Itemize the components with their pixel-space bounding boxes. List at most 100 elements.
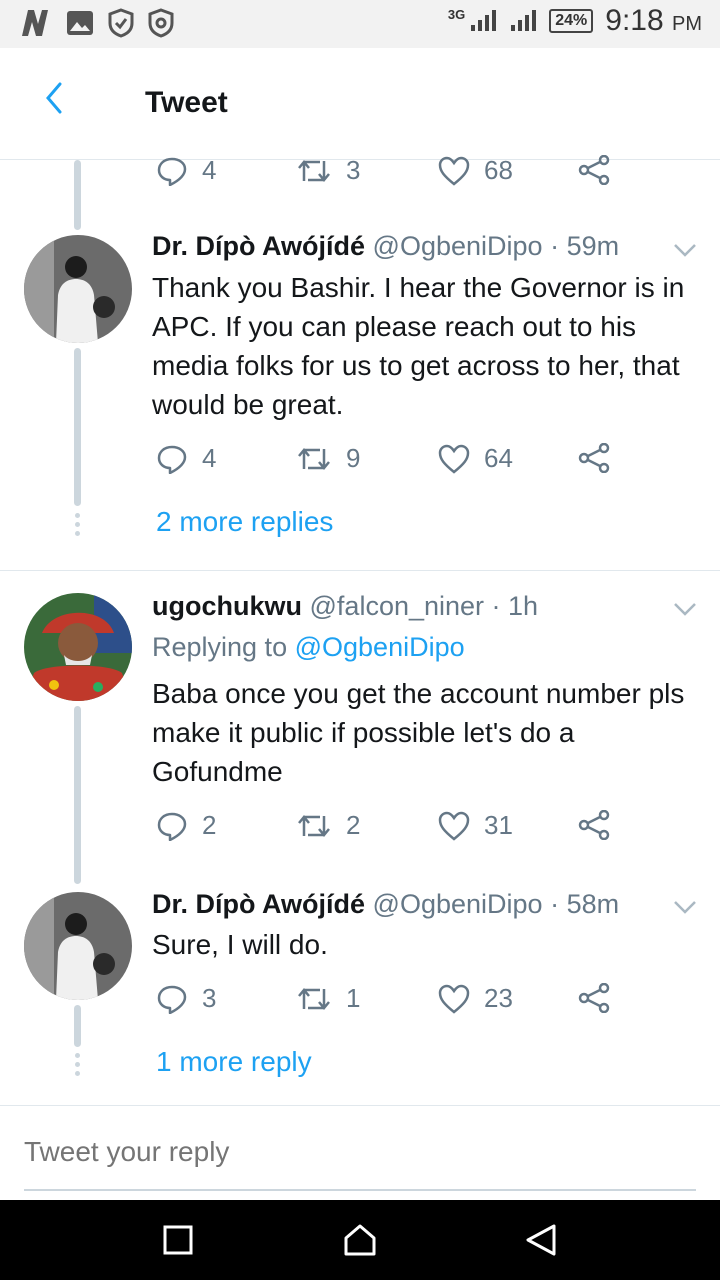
retweet-action[interactable]: 1 <box>296 983 360 1014</box>
tweet-actions: 4 9 64 <box>152 443 652 483</box>
retweet-count: 9 <box>346 443 361 473</box>
like-count: 31 <box>484 810 513 840</box>
author-handle[interactable]: @OgbeniDipo <box>373 231 543 261</box>
thread-line <box>74 1005 81 1047</box>
tweet-header: Dr. Dípò Awójídé @OgbeniDipo · 59m <box>152 231 619 262</box>
retweet-count: 2 <box>346 810 361 840</box>
avatar[interactable] <box>24 593 132 701</box>
tweet-text: Baba once you get the account number pls… <box>152 678 685 787</box>
back-arrow-icon[interactable] <box>40 78 70 118</box>
tweet-actions: 4 3 68 <box>152 155 652 195</box>
chevron-down-icon[interactable] <box>672 242 698 258</box>
tweet-time: · 58m <box>550 889 620 919</box>
battery-indicator: 24% <box>549 9 594 33</box>
tweet-text: Sure, I will do. <box>152 929 328 960</box>
replying-label: Replying to <box>152 632 288 662</box>
retweet-action[interactable]: 3 <box>296 155 360 186</box>
reply-action[interactable]: 4 <box>156 155 216 186</box>
retweet-action[interactable]: 9 <box>296 443 360 474</box>
reply-icon <box>157 445 187 474</box>
thread-dots <box>74 1053 81 1076</box>
like-action[interactable]: 64 <box>438 443 513 474</box>
author-handle[interactable]: @OgbeniDipo <box>373 889 543 919</box>
input-underline <box>24 1189 696 1191</box>
like-count: 64 <box>484 443 513 473</box>
chevron-down-icon[interactable] <box>672 899 698 915</box>
back-icon[interactable] <box>524 1222 558 1258</box>
tweet-text: Thank you Bashir. I hear the Governor is… <box>152 272 685 420</box>
network-type: 3G <box>447 6 466 22</box>
share-icon <box>578 983 610 1013</box>
tweet-header: ugochukwu @falcon_niner · 1h <box>152 591 538 622</box>
reply-icon <box>157 812 187 841</box>
reply-icon <box>157 157 187 186</box>
page-title: Tweet <box>145 86 228 119</box>
share-icon <box>578 155 610 185</box>
share-action[interactable] <box>578 810 610 840</box>
like-action[interactable]: 23 <box>438 983 513 1014</box>
retweet-icon <box>298 814 330 837</box>
share-icon <box>578 443 610 473</box>
retweet-count: 1 <box>346 983 361 1013</box>
like-action[interactable]: 31 <box>438 810 513 841</box>
author-name[interactable]: Dr. Dípò Awójídé <box>152 231 365 261</box>
author-name[interactable]: ugochukwu <box>152 591 302 621</box>
thread-line <box>74 706 81 884</box>
gallery-icon <box>67 11 93 35</box>
replying-handle[interactable]: @OgbeniDipo <box>295 632 465 662</box>
share-action[interactable] <box>578 443 610 473</box>
signal-icon <box>471 10 497 31</box>
tweet-header: Dr. Dípò Awójídé @OgbeniDipo · 58m <box>152 889 619 920</box>
tweet-time: · 1h <box>491 591 539 621</box>
avatar[interactable] <box>24 235 132 343</box>
tweet-time: · 59m <box>550 231 620 261</box>
system-nav-bar <box>0 1200 720 1280</box>
retweet-icon <box>298 447 330 470</box>
shield-check-icon <box>148 8 174 38</box>
more-replies-link[interactable]: 2 more replies <box>156 506 333 538</box>
heart-icon <box>438 811 470 841</box>
reply-action[interactable]: 3 <box>156 983 216 1014</box>
share-icon <box>578 810 610 840</box>
heart-icon <box>438 444 470 474</box>
divider <box>0 570 720 571</box>
clock: 9:18 PM <box>605 4 702 37</box>
reply-count: 4 <box>202 443 217 473</box>
app-header: Tweet <box>0 48 720 160</box>
reply-count: 4 <box>202 155 217 185</box>
replying-to: Replying to @OgbeniDipo <box>152 632 465 663</box>
home-icon[interactable] <box>342 1222 378 1258</box>
thread-dots <box>74 513 81 536</box>
thread-line <box>74 348 81 506</box>
chevron-down-icon[interactable] <box>672 601 698 617</box>
heart-icon <box>438 156 470 186</box>
signal-icon-2 <box>511 10 537 31</box>
retweet-icon <box>298 987 330 1010</box>
retweet-count: 3 <box>346 155 361 185</box>
reply-input[interactable] <box>24 1136 694 1168</box>
share-action[interactable] <box>578 983 610 1013</box>
author-handle[interactable]: @falcon_niner <box>310 591 485 621</box>
heart-icon <box>438 984 470 1014</box>
more-replies-link[interactable]: 1 more reply <box>156 1046 312 1078</box>
avatar[interactable] <box>24 892 132 1000</box>
tweet-actions: 3 1 23 <box>152 983 652 1023</box>
shield-icon <box>108 8 134 38</box>
like-count: 23 <box>484 983 513 1013</box>
status-bar: 3G 24% 9:18 PM <box>0 0 720 48</box>
retweet-action[interactable]: 2 <box>296 810 360 841</box>
author-name[interactable]: Dr. Dípò Awójídé <box>152 889 365 919</box>
recent-apps-icon[interactable] <box>162 1224 194 1256</box>
reply-count: 2 <box>202 810 217 840</box>
reply-icon <box>157 985 187 1014</box>
reply-action[interactable]: 4 <box>156 443 216 474</box>
like-count: 68 <box>484 155 513 185</box>
news-app-icon <box>22 10 48 36</box>
like-action[interactable]: 68 <box>438 155 513 186</box>
tweet-actions: 2 2 31 <box>152 810 652 850</box>
reply-action[interactable]: 2 <box>156 810 216 841</box>
share-action[interactable] <box>578 155 610 185</box>
retweet-icon <box>298 159 330 182</box>
reply-composer <box>0 1105 720 1200</box>
reply-count: 3 <box>202 983 217 1013</box>
